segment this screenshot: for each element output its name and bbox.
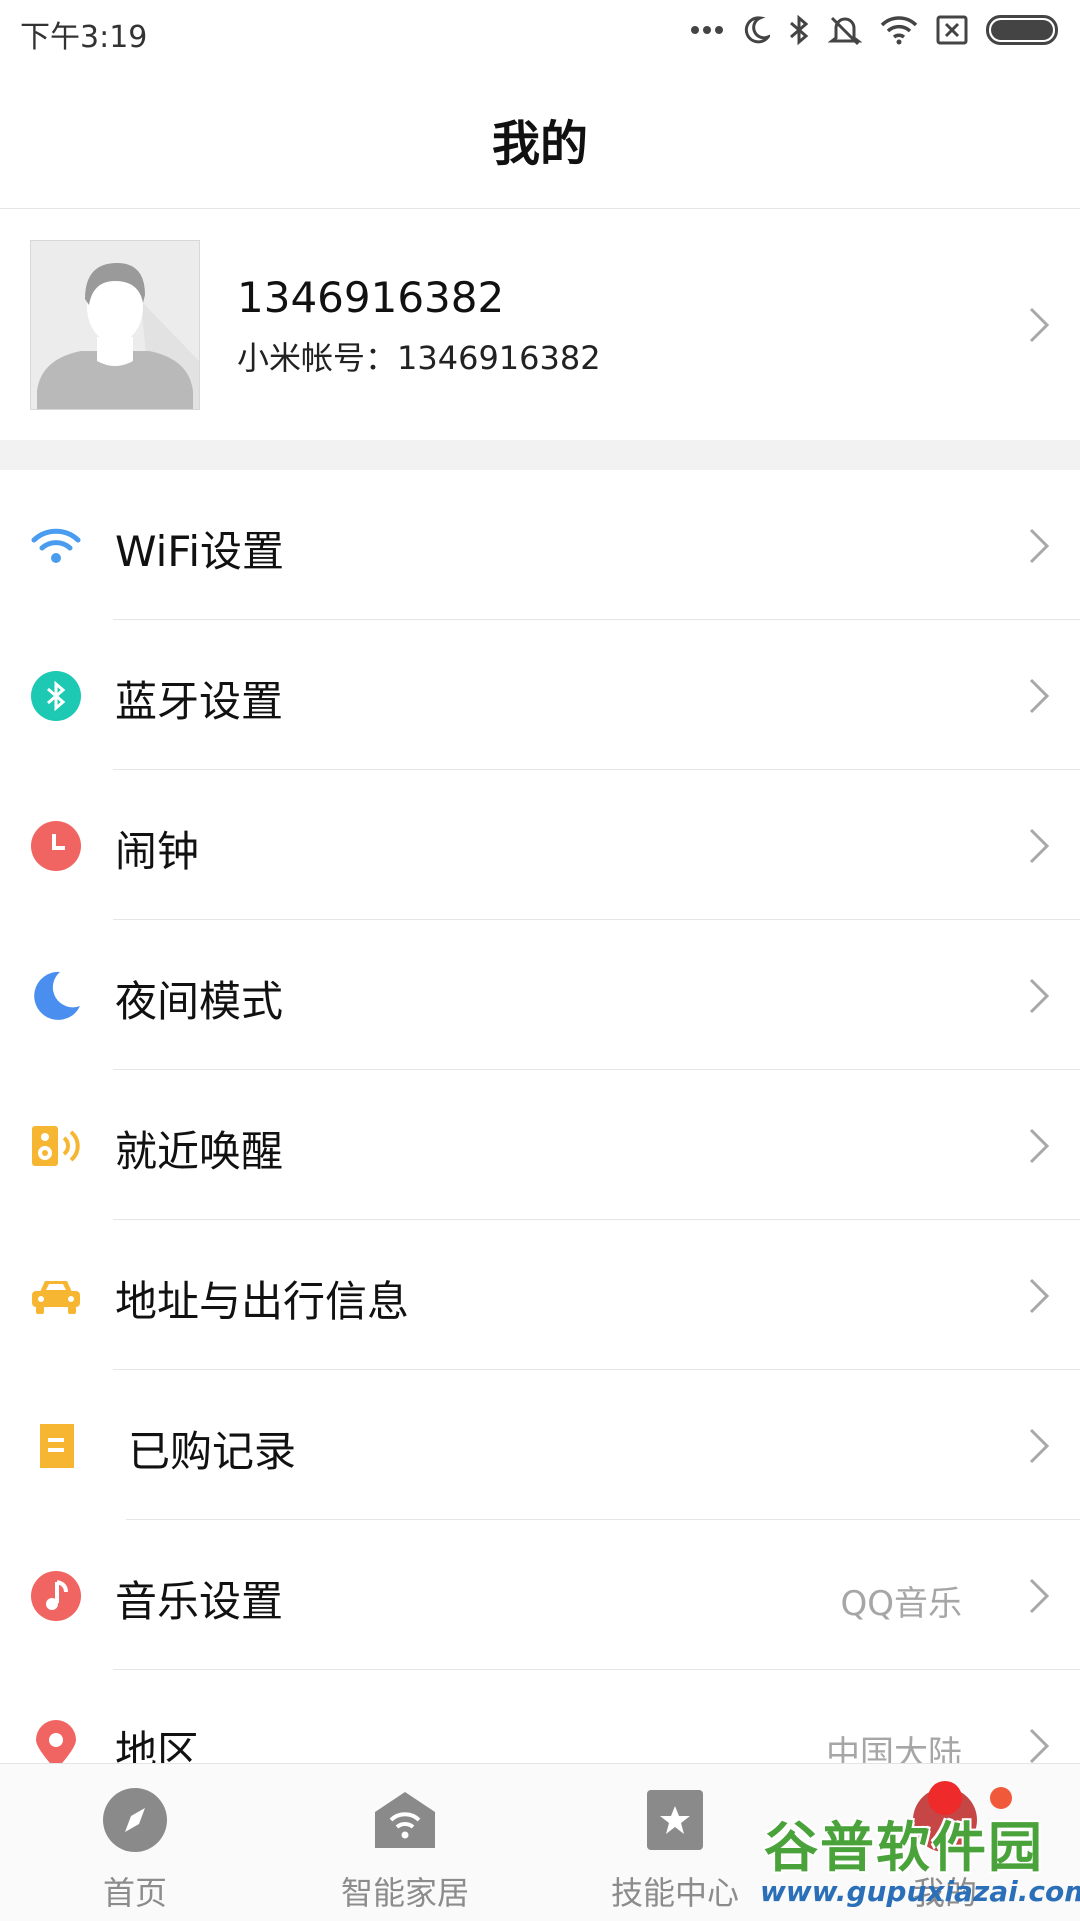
chevron-right-icon	[1029, 678, 1050, 714]
chevron-right-icon	[1029, 1578, 1050, 1614]
status-time: 下午3:19	[20, 20, 148, 55]
mute-icon	[828, 16, 862, 46]
section-separator	[0, 440, 1080, 470]
nav-smart-home[interactable]: 智能家居	[270, 1764, 540, 1921]
wifi-icon	[880, 16, 918, 45]
settings-row-alarm[interactable]: 闹钟	[0, 770, 1080, 920]
chevron-right-icon	[1029, 528, 1050, 564]
default-avatar-icon	[31, 241, 199, 409]
alarm-icon	[31, 821, 81, 871]
settings-row-label: 已购记录	[128, 1427, 297, 1476]
status-icons	[690, 10, 1058, 50]
chevron-right-icon	[1029, 1128, 1050, 1164]
watermark-url: www.gupuxiazai.com	[760, 1875, 1080, 1908]
bluetooth-icon	[790, 14, 809, 46]
no-sim-icon	[936, 15, 968, 45]
wifi-icon	[31, 528, 81, 563]
more-icon	[691, 26, 723, 34]
skill-star-icon	[647, 1790, 703, 1850]
settings-row-label: 地址与出行信息	[115, 1277, 410, 1326]
moon-icon	[744, 16, 770, 44]
avatar	[30, 240, 200, 410]
chevron-right-icon	[1029, 1428, 1050, 1464]
chevron-right-icon	[1029, 828, 1050, 864]
bluetooth-icon	[31, 671, 81, 721]
settings-row-wifi[interactable]: WiFi设置	[0, 470, 1080, 620]
settings-row-label: 音乐设置	[115, 1577, 284, 1626]
settings-list: WiFi设置 蓝牙设置 闹钟 夜间模式 就近唤醒 地址与出行信息 已购记录 音乐…	[0, 470, 1080, 1820]
chevron-right-icon	[1029, 1278, 1050, 1314]
moon-icon	[34, 971, 80, 1020]
receipt-icon	[40, 1424, 74, 1468]
car-icon	[32, 1281, 80, 1314]
profile-account: 小米帐号：1346916382	[237, 339, 601, 377]
page-title: 我的	[491, 116, 588, 172]
settings-row-label: 蓝牙设置	[115, 677, 284, 726]
settings-row-label: 闹钟	[115, 827, 200, 876]
settings-row-night-mode[interactable]: 夜间模式	[0, 920, 1080, 1070]
speaker-icon	[32, 1126, 80, 1166]
settings-row-bluetooth[interactable]: 蓝牙设置	[0, 620, 1080, 770]
watermark-title: 谷普软件园	[764, 1816, 1044, 1879]
chevron-right-icon	[1029, 307, 1050, 343]
watermark: 谷普软件园 www.gupuxiazai.com	[756, 1803, 1080, 1913]
battery-icon	[986, 15, 1058, 45]
settings-row-label: WiFi设置	[115, 527, 285, 576]
header: 我的	[0, 60, 1080, 209]
settings-row-label: 就近唤醒	[115, 1127, 284, 1176]
chevron-right-icon	[1029, 978, 1050, 1014]
nav-home[interactable]: 首页	[0, 1764, 270, 1921]
chevron-right-icon	[1029, 1728, 1050, 1764]
nav-label: 首页	[102, 1874, 167, 1912]
compass-icon	[103, 1788, 167, 1852]
nav-label: 智能家居	[340, 1874, 469, 1912]
profile-card[interactable]: 1346916382 小米帐号：1346916382	[0, 209, 1080, 439]
settings-row-music[interactable]: 音乐设置 QQ音乐	[0, 1520, 1080, 1670]
status-bar: 下午3:19	[0, 0, 1080, 60]
settings-row-address[interactable]: 地址与出行信息	[0, 1220, 1080, 1370]
settings-row-nearby-wake[interactable]: 就近唤醒	[0, 1070, 1080, 1220]
settings-row-purchases[interactable]: 已购记录	[0, 1370, 1080, 1520]
music-icon	[31, 1571, 81, 1621]
settings-row-label: 夜间模式	[115, 977, 284, 1026]
smart-home-icon	[375, 1792, 435, 1848]
profile-name: 1346916382	[237, 273, 505, 322]
settings-row-value: QQ音乐	[840, 1584, 962, 1624]
